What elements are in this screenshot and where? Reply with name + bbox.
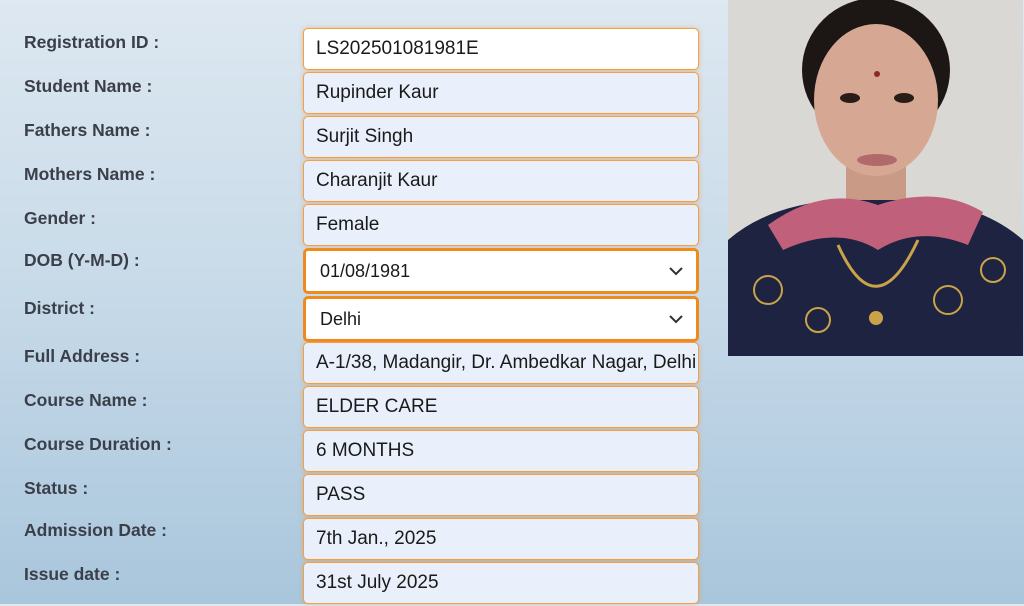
status-label: Status : [24,478,89,498]
row-dob: DOB (Y-M-D) : 01/08/1981 [0,248,720,294]
student-photo [728,0,1023,356]
dob-label: DOB (Y-M-D) : [24,250,140,270]
mothers-name-field[interactable]: Charanjit Kaur [303,160,699,202]
issue-date-label: Issue date : [24,564,121,584]
registration-id-label: Registration ID : [24,32,160,52]
full-address-field[interactable]: A-1/38, Madangir, Dr. Ambedkar Nagar, De… [303,342,699,384]
row-admission-date: Admission Date : 7th Jan., 2025 [0,518,720,562]
full-address-label: Full Address : [24,346,141,366]
mothers-name-label: Mothers Name : [24,164,156,184]
dob-value: 01/08/1981 [320,261,411,281]
row-fathers-name: Fathers Name : Surjit Singh [0,116,720,160]
course-duration-label: Course Duration : [24,434,172,454]
row-issue-date: Issue date : 31st July 2025 [0,562,720,606]
dob-select[interactable]: 01/08/1981 [303,248,699,294]
admission-date-field[interactable]: 7th Jan., 2025 [303,518,699,560]
issue-date-field[interactable]: 31st July 2025 [303,562,699,604]
row-gender: Gender : Female [0,204,720,248]
row-course-name: Course Name : ELDER CARE [0,386,720,430]
student-portrait-image [728,0,1023,356]
student-name-label: Student Name : [24,76,153,96]
district-label: District : [24,298,95,318]
course-name-field[interactable]: ELDER CARE [303,386,699,428]
fathers-name-label: Fathers Name : [24,120,151,140]
chevron-down-icon [669,315,683,324]
student-name-field[interactable]: Rupinder Kaur [303,72,699,114]
course-duration-field[interactable]: 6 MONTHS [303,430,699,472]
gender-label: Gender : [24,208,96,228]
admission-date-label: Admission Date : [24,520,167,540]
row-full-address: Full Address : A-1/38, Madangir, Dr. Amb… [0,342,720,386]
district-select[interactable]: Delhi [303,296,699,342]
row-registration-id: Registration ID : LS202501081981E [0,28,720,72]
fathers-name-field[interactable]: Surjit Singh [303,116,699,158]
chevron-down-icon [669,267,683,276]
district-value: Delhi [320,309,362,329]
row-mothers-name: Mothers Name : Charanjit Kaur [0,160,720,204]
row-district: District : Delhi [0,296,720,342]
registration-id-field[interactable]: LS202501081981E [303,28,699,70]
row-course-duration: Course Duration : 6 MONTHS [0,430,720,474]
course-name-label: Course Name : [24,390,148,410]
row-student-name: Student Name : Rupinder Kaur [0,72,720,116]
row-status: Status : PASS [0,474,720,518]
gender-field[interactable]: Female [303,204,699,246]
status-field[interactable]: PASS [303,474,699,516]
